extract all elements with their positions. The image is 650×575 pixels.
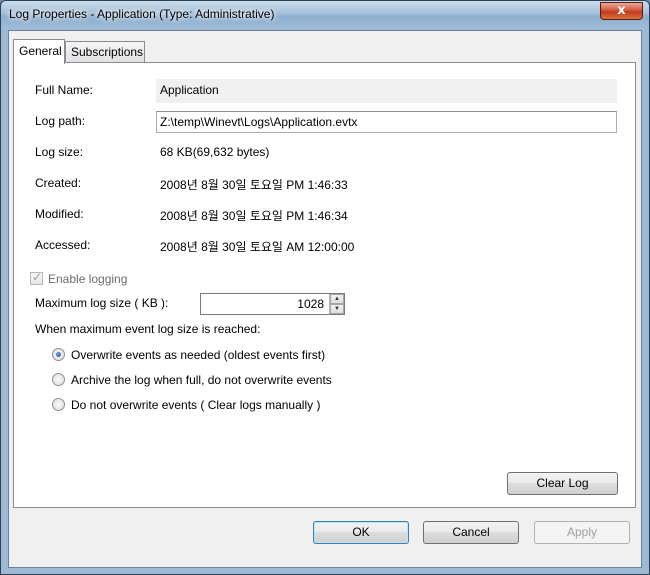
cancel-button[interactable]: Cancel [423, 521, 519, 544]
enable-logging-label: Enable logging [48, 272, 128, 286]
enable-logging-checkbox[interactable]: ✓ [30, 270, 43, 285]
apply-button[interactable]: Apply [534, 521, 630, 544]
created-value: 2008년 8월 30일 토요일 PM 1:46:33 [160, 178, 348, 192]
close-icon: x [617, 3, 626, 18]
full-name-label: Full Name: [35, 83, 94, 97]
spinner-up-icon[interactable]: ▲ [330, 294, 344, 304]
modified-label: Modified: [35, 207, 84, 221]
log-size-value: 68 KB(69,632 bytes) [160, 145, 270, 159]
general-tab-panel: Full Name: Application Log path: Z:\temp… [13, 62, 636, 508]
modified-value: 2008년 8월 30일 토요일 PM 1:46:34 [160, 209, 348, 223]
radio-selected-dot [56, 352, 61, 357]
radio-do-not-overwrite[interactable] [52, 398, 65, 411]
radio-archive-label[interactable]: Archive the log when full, do not overwr… [71, 373, 332, 387]
dialog-client-area: General Subscriptions Full Name: Applica… [8, 30, 642, 568]
tab-general[interactable]: General [13, 39, 65, 64]
accessed-value: 2008년 8월 30일 토요일 AM 12:00:00 [160, 240, 355, 254]
radio-archive[interactable] [52, 373, 65, 386]
spinner-buttons: ▲ ▼ [329, 294, 344, 314]
accessed-label: Accessed: [35, 238, 91, 252]
radio-overwrite[interactable] [52, 348, 65, 361]
created-label: Created: [35, 176, 82, 190]
title-bar[interactable]: Log Properties - Application (Type: Admi… [1, 1, 649, 29]
when-max-size-label: When maximum event log size is reached: [35, 322, 261, 336]
full-name-field: Application [156, 79, 617, 103]
check-icon: ✓ [32, 270, 43, 284]
log-path-field[interactable]: Z:\temp\Winevt\Logs\Application.evtx [156, 111, 617, 133]
radio-do-not-overwrite-label[interactable]: Do not overwrite events ( Clear logs man… [71, 398, 320, 412]
max-log-size-spinner[interactable]: 1028 ▲ ▼ [200, 293, 345, 315]
clear-log-button[interactable]: Clear Log [507, 472, 618, 495]
window-title: Log Properties - Application (Type: Admi… [9, 7, 275, 21]
close-button[interactable]: x [600, 2, 643, 20]
log-size-label: Log size: [35, 145, 84, 159]
log-path-label: Log path: [35, 114, 86, 128]
max-log-size-label: Maximum log size ( KB ): [35, 296, 169, 310]
spinner-down-icon[interactable]: ▼ [330, 304, 344, 314]
ok-button[interactable]: OK [313, 521, 409, 544]
log-properties-window: Log Properties - Application (Type: Admi… [0, 0, 650, 575]
radio-overwrite-label[interactable]: Overwrite events as needed (oldest event… [71, 348, 325, 362]
tab-subscriptions[interactable]: Subscriptions [65, 41, 145, 63]
max-log-size-value: 1028 [297, 297, 324, 311]
